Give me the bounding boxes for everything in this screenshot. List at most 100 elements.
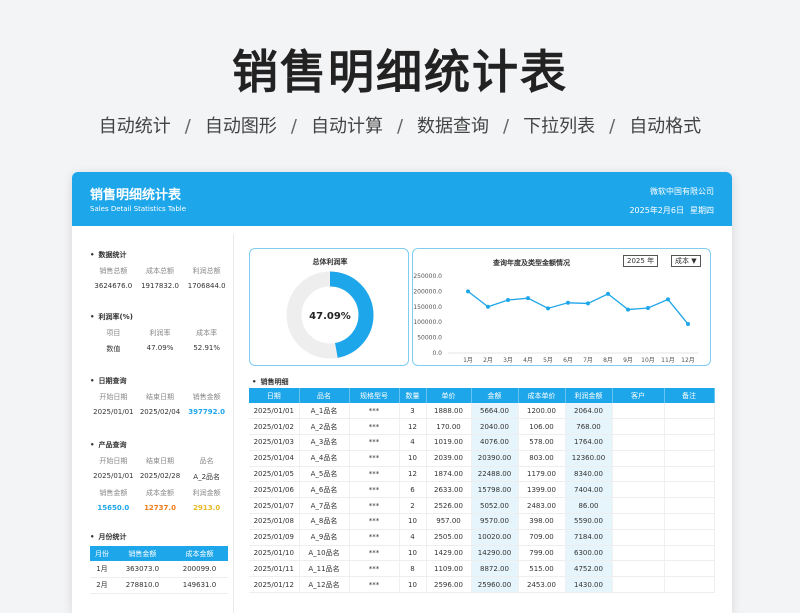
table-cell[interactable] [612,576,665,594]
table-cell[interactable]: 2025/01/01 [249,403,300,420]
table-cell[interactable]: 2483.00 [518,497,566,515]
table-cell[interactable]: 10 [399,450,427,467]
table-cell[interactable]: A_9品名 [299,529,350,546]
table-cell[interactable] [664,481,715,499]
table-cell[interactable]: A_11品名 [299,560,350,578]
table-cell[interactable]: 957.00 [426,513,472,530]
table-cell[interactable]: *** [349,434,400,451]
table-cell[interactable]: 6300.00 [565,545,613,562]
table-cell[interactable]: 1399.00 [518,481,566,499]
table-cell[interactable]: 22488.00 [471,466,519,483]
table-cell[interactable]: 2596.00 [426,576,472,594]
table-cell[interactable]: 2025/01/02 [249,418,300,436]
table-cell[interactable]: 2039.00 [426,450,472,467]
table-cell[interactable]: 12360.00 [565,450,613,467]
table-cell[interactable]: 2025/01/05 [249,466,300,483]
table-cell[interactable] [612,481,665,499]
table-cell[interactable]: 2025/01/06 [249,481,300,499]
table-cell[interactable]: 2505.00 [426,529,472,546]
table-cell[interactable]: A_10品名 [299,545,350,562]
table-cell[interactable]: 2453.00 [518,576,566,594]
table-cell[interactable]: 709.00 [518,529,566,546]
end-date-input[interactable]: 2025/02/04 [137,408,184,416]
table-cell[interactable]: 1888.00 [426,403,472,420]
table-cell[interactable]: 4752.00 [565,560,613,578]
table-cell[interactable] [664,418,715,436]
table-cell[interactable]: *** [349,560,400,578]
table-cell[interactable] [612,513,665,530]
table-cell[interactable]: A_3品名 [299,434,350,451]
product-end-date-input[interactable]: 2025/02/28 [137,472,184,482]
table-cell[interactable]: 1429.00 [426,545,472,562]
table-cell[interactable]: *** [349,576,400,594]
table-cell[interactable] [612,545,665,562]
table-cell[interactable]: 4 [399,529,427,546]
table-cell[interactable] [664,450,715,467]
table-cell[interactable]: 1874.00 [426,466,472,483]
table-cell[interactable]: 2025/01/03 [249,434,300,451]
table-cell[interactable] [612,529,665,546]
product-name-select[interactable]: A_2品名 [183,472,230,482]
table-cell[interactable] [664,545,715,562]
table-cell[interactable]: *** [349,513,400,530]
table-cell[interactable]: 1019.00 [426,434,472,451]
table-cell[interactable]: 7404.00 [565,481,613,499]
table-cell[interactable]: 2633.00 [426,481,472,499]
table-cell[interactable] [664,466,715,483]
table-cell[interactable]: 5052.00 [471,497,519,515]
table-cell[interactable]: *** [349,466,400,483]
table-cell[interactable]: 578.00 [518,434,566,451]
table-cell[interactable]: A_1品名 [299,403,350,420]
table-cell[interactable]: A_8品名 [299,513,350,530]
table-cell[interactable]: 8872.00 [471,560,519,578]
table-cell[interactable]: 8340.00 [565,466,613,483]
table-cell[interactable]: A_7品名 [299,497,350,515]
table-cell[interactable]: A_12品名 [299,576,350,594]
table-cell[interactable]: 86.00 [565,497,613,515]
table-cell[interactable]: 14290.00 [471,545,519,562]
table-cell[interactable]: 1200.00 [518,403,566,420]
table-cell[interactable]: A_4品名 [299,450,350,467]
table-cell[interactable]: 2025/01/07 [249,497,300,515]
table-cell[interactable] [612,450,665,467]
table-cell[interactable]: 1764.00 [565,434,613,451]
table-cell[interactable]: 2025/01/04 [249,450,300,467]
table-cell[interactable]: *** [349,450,400,467]
table-cell[interactable]: 2040.00 [471,418,519,436]
table-cell[interactable]: A_5品名 [299,466,350,483]
table-cell[interactable]: 2025/01/08 [249,513,300,530]
table-cell[interactable] [612,497,665,515]
table-cell[interactable]: 2 [399,497,427,515]
table-cell[interactable]: 1179.00 [518,466,566,483]
table-cell[interactable]: 10 [399,545,427,562]
table-cell[interactable]: 3 [399,403,427,420]
table-cell[interactable]: 20390.00 [471,450,519,467]
table-cell[interactable]: 1109.00 [426,560,472,578]
table-cell[interactable]: 799.00 [518,545,566,562]
table-cell[interactable]: 4 [399,434,427,451]
table-cell[interactable]: 2025/01/11 [249,560,300,578]
table-cell[interactable]: A_6品名 [299,481,350,499]
table-cell[interactable]: 8 [399,560,427,578]
table-cell[interactable]: 10 [399,513,427,530]
table-cell[interactable]: 15798.00 [471,481,519,499]
table-cell[interactable]: 2025/01/09 [249,529,300,546]
table-cell[interactable]: 10 [399,576,427,594]
table-cell[interactable] [664,513,715,530]
table-cell[interactable]: 2526.00 [426,497,472,515]
table-cell[interactable]: *** [349,545,400,562]
table-cell[interactable]: 2025/01/10 [249,545,300,562]
table-cell[interactable] [664,434,715,451]
table-cell[interactable]: A_2品名 [299,418,350,436]
table-cell[interactable]: *** [349,497,400,515]
start-date-input[interactable]: 2025/01/01 [90,408,137,416]
table-cell[interactable]: 106.00 [518,418,566,436]
table-cell[interactable] [664,403,715,420]
table-cell[interactable] [612,466,665,483]
table-cell[interactable] [612,560,665,578]
table-cell[interactable]: 12 [399,466,427,483]
table-cell[interactable] [664,529,715,546]
table-cell[interactable]: 2025/01/12 [249,576,300,594]
table-cell[interactable] [612,434,665,451]
table-cell[interactable]: 6 [399,481,427,499]
